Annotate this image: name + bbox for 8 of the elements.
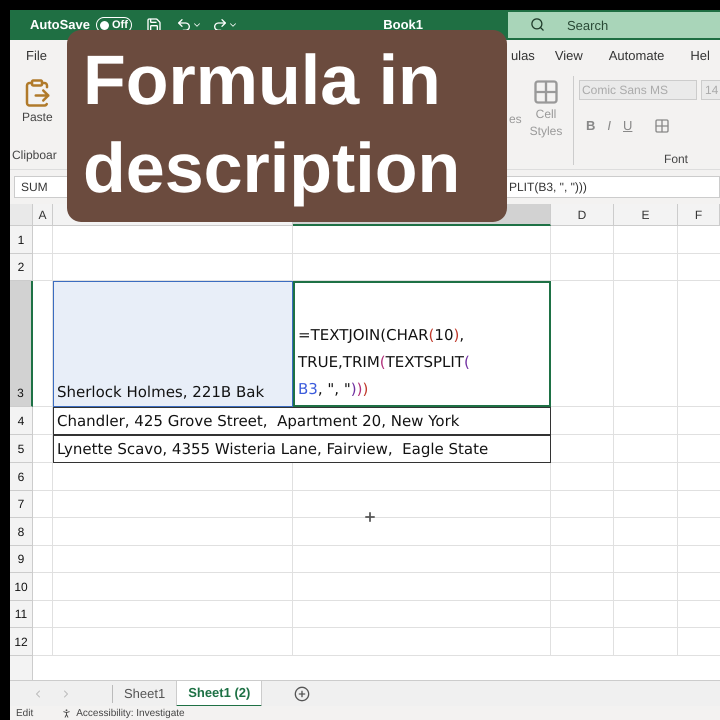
formula-line: =TEXTJOIN(CHAR(10), xyxy=(298,325,466,346)
status-text: Edit xyxy=(16,706,34,720)
group-label: Font xyxy=(664,151,688,168)
formula-line: TRUE,TRIM(TEXTSPLIT( xyxy=(298,352,471,373)
formula-line: B3, ", "))) xyxy=(298,379,370,400)
caption-overlay: Formula in description xyxy=(67,30,507,222)
group-label: Clipboar xyxy=(12,147,57,164)
ribbon-label: es xyxy=(509,111,522,128)
